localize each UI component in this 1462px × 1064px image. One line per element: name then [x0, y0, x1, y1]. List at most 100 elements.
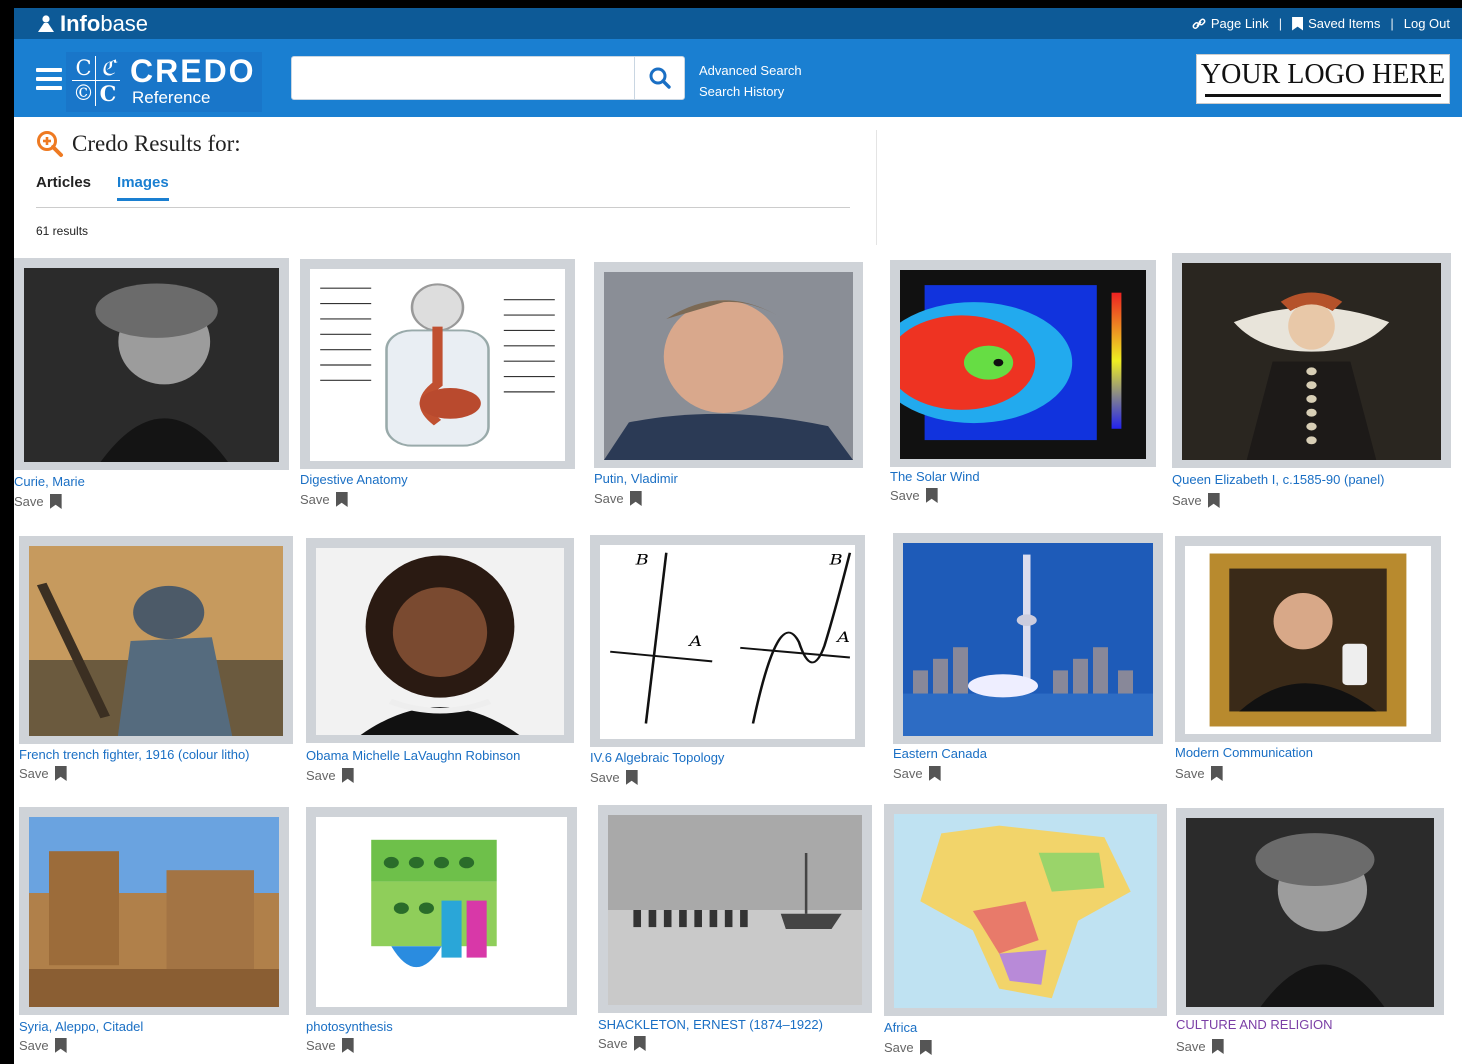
- advanced-search-link[interactable]: Advanced Search: [699, 60, 802, 81]
- result-thumbnail[interactable]: [594, 262, 863, 468]
- separator: |: [1278, 16, 1283, 31]
- infobase-logo[interactable]: Infobase: [36, 11, 148, 37]
- save-label: Save: [14, 494, 44, 509]
- person-icon: [38, 15, 54, 32]
- bookmark-icon: [341, 1038, 354, 1053]
- save-button[interactable]: Save: [598, 1036, 646, 1051]
- search-button[interactable]: [634, 57, 684, 99]
- search-history-link[interactable]: Search History: [699, 81, 802, 102]
- save-button[interactable]: Save: [590, 770, 638, 785]
- menu-icon[interactable]: [36, 68, 62, 90]
- credo-reference-logo[interactable]: C ℭ © C CREDO Reference: [66, 52, 262, 112]
- result-title-link[interactable]: IV.6 Algebraic Topology: [590, 750, 724, 765]
- tab-articles[interactable]: Articles: [36, 174, 91, 201]
- separator: |: [1390, 16, 1394, 31]
- heatmap-plot-image: [900, 270, 1146, 459]
- result-thumbnail[interactable]: [1176, 808, 1444, 1015]
- save-button[interactable]: Save: [594, 491, 642, 506]
- save-label: Save: [893, 766, 923, 781]
- result-title-link[interactable]: Africa: [884, 1020, 917, 1035]
- save-label: Save: [590, 770, 620, 785]
- result-thumbnail[interactable]: [893, 533, 1163, 744]
- save-button[interactable]: Save: [300, 492, 348, 507]
- result-title-link[interactable]: Eastern Canada: [893, 746, 987, 761]
- save-button[interactable]: Save: [893, 766, 941, 781]
- institution-logo-text: YOUR LOGO HERE: [1200, 59, 1446, 90]
- fortress-photo-image: [29, 817, 279, 1007]
- save-button[interactable]: Save: [890, 488, 938, 503]
- bookmark-icon: [928, 766, 941, 781]
- save-button[interactable]: Save: [306, 1038, 354, 1053]
- result-thumbnail[interactable]: [1175, 536, 1441, 742]
- save-label: Save: [300, 492, 330, 507]
- result-title-link[interactable]: Queen Elizabeth I, c.1585-90 (panel): [1172, 472, 1384, 487]
- svg-text:A: A: [835, 629, 850, 645]
- tab-images[interactable]: Images: [117, 174, 169, 201]
- bookmark-icon: [625, 770, 638, 785]
- results-heading: Credo Results for:: [36, 130, 241, 158]
- page-link-button[interactable]: Page Link: [1192, 16, 1269, 31]
- link-icon: [1192, 18, 1206, 29]
- save-button[interactable]: Save: [1176, 1039, 1224, 1054]
- page-link-label: Page Link: [1210, 16, 1269, 31]
- result-title-link[interactable]: Putin, Vladimir: [594, 471, 678, 486]
- result-count: 61 results: [36, 224, 89, 238]
- save-button[interactable]: Save: [1172, 493, 1220, 508]
- save-button[interactable]: Save: [884, 1040, 932, 1055]
- results-heading-text: Credo Results for:: [72, 131, 241, 156]
- result-title-link[interactable]: photosynthesis: [306, 1019, 393, 1034]
- zoom-in-icon: [37, 131, 63, 157]
- credo-header: C ℭ © C CREDO Reference Advanced Search …: [14, 39, 1462, 117]
- result-title-link[interactable]: Modern Communication: [1175, 745, 1313, 760]
- bookmark-icon: [54, 1038, 67, 1053]
- institution-logo: YOUR LOGO HERE: [1196, 54, 1450, 104]
- result-thumbnail[interactable]: [306, 538, 574, 743]
- anatomy-diagram-image: [310, 269, 565, 461]
- saved-items-button[interactable]: Saved Items: [1292, 16, 1380, 31]
- save-button[interactable]: Save: [19, 1038, 67, 1053]
- result-title-link[interactable]: Syria, Aleppo, Citadel: [19, 1019, 143, 1034]
- infobase-topbar: Infobase Page Link | Saved Items | Log O…: [14, 8, 1462, 39]
- save-button[interactable]: Save: [1175, 766, 1223, 781]
- bookmark-icon: [1292, 16, 1304, 31]
- bookmark-icon: [341, 768, 354, 783]
- result-thumbnail[interactable]: [306, 807, 577, 1015]
- result-thumbnail[interactable]: [884, 804, 1167, 1016]
- bookmark-icon: [1207, 493, 1220, 508]
- portrait-bw-image: [24, 268, 279, 462]
- save-button[interactable]: Save: [306, 768, 354, 783]
- portrait-color-image: [316, 548, 564, 735]
- save-button[interactable]: Save: [19, 766, 67, 781]
- result-title-link[interactable]: The Solar Wind: [890, 469, 980, 484]
- result-title-link[interactable]: French trench fighter, 1916 (colour lith…: [19, 747, 250, 762]
- log-out-label: Log Out: [1403, 16, 1450, 31]
- credo-emblem-icon: C ℭ © C: [72, 56, 120, 106]
- result-thumbnail[interactable]: [19, 807, 289, 1015]
- search-icon: [649, 67, 671, 89]
- result-thumbnail[interactable]: [1172, 253, 1451, 468]
- search-input[interactable]: [292, 57, 635, 99]
- result-thumbnail[interactable]: [19, 536, 293, 744]
- city-skyline-image: [903, 543, 1153, 736]
- result-title-link[interactable]: CULTURE AND RELIGION: [1176, 1017, 1333, 1032]
- result-title-link[interactable]: SHACKLETON, ERNEST (1874–1922): [598, 1017, 823, 1032]
- math-graph-image: B B A A: [600, 545, 855, 739]
- log-out-button[interactable]: Log Out: [1404, 16, 1450, 31]
- credo-subtitle: Reference: [132, 88, 211, 107]
- save-label: Save: [1172, 493, 1202, 508]
- save-button[interactable]: Save: [14, 494, 62, 509]
- search-links: Advanced Search Search History: [699, 60, 802, 102]
- result-thumbnail[interactable]: [14, 258, 289, 470]
- result-thumbnail[interactable]: [890, 260, 1156, 467]
- portrait-color-image: [604, 272, 853, 460]
- result-thumbnail[interactable]: [598, 805, 872, 1013]
- save-label: Save: [884, 1040, 914, 1055]
- bookmark-icon: [335, 492, 348, 507]
- result-title-link[interactable]: Digestive Anatomy: [300, 472, 408, 487]
- result-title-link[interactable]: Curie, Marie: [14, 474, 85, 489]
- result-title-link[interactable]: Obama Michelle LaVaughn Robinson: [306, 748, 520, 763]
- result-thumbnail[interactable]: B B A A: [590, 535, 865, 747]
- save-label: Save: [19, 766, 49, 781]
- result-thumbnail[interactable]: [300, 259, 575, 469]
- search-box: [291, 56, 685, 100]
